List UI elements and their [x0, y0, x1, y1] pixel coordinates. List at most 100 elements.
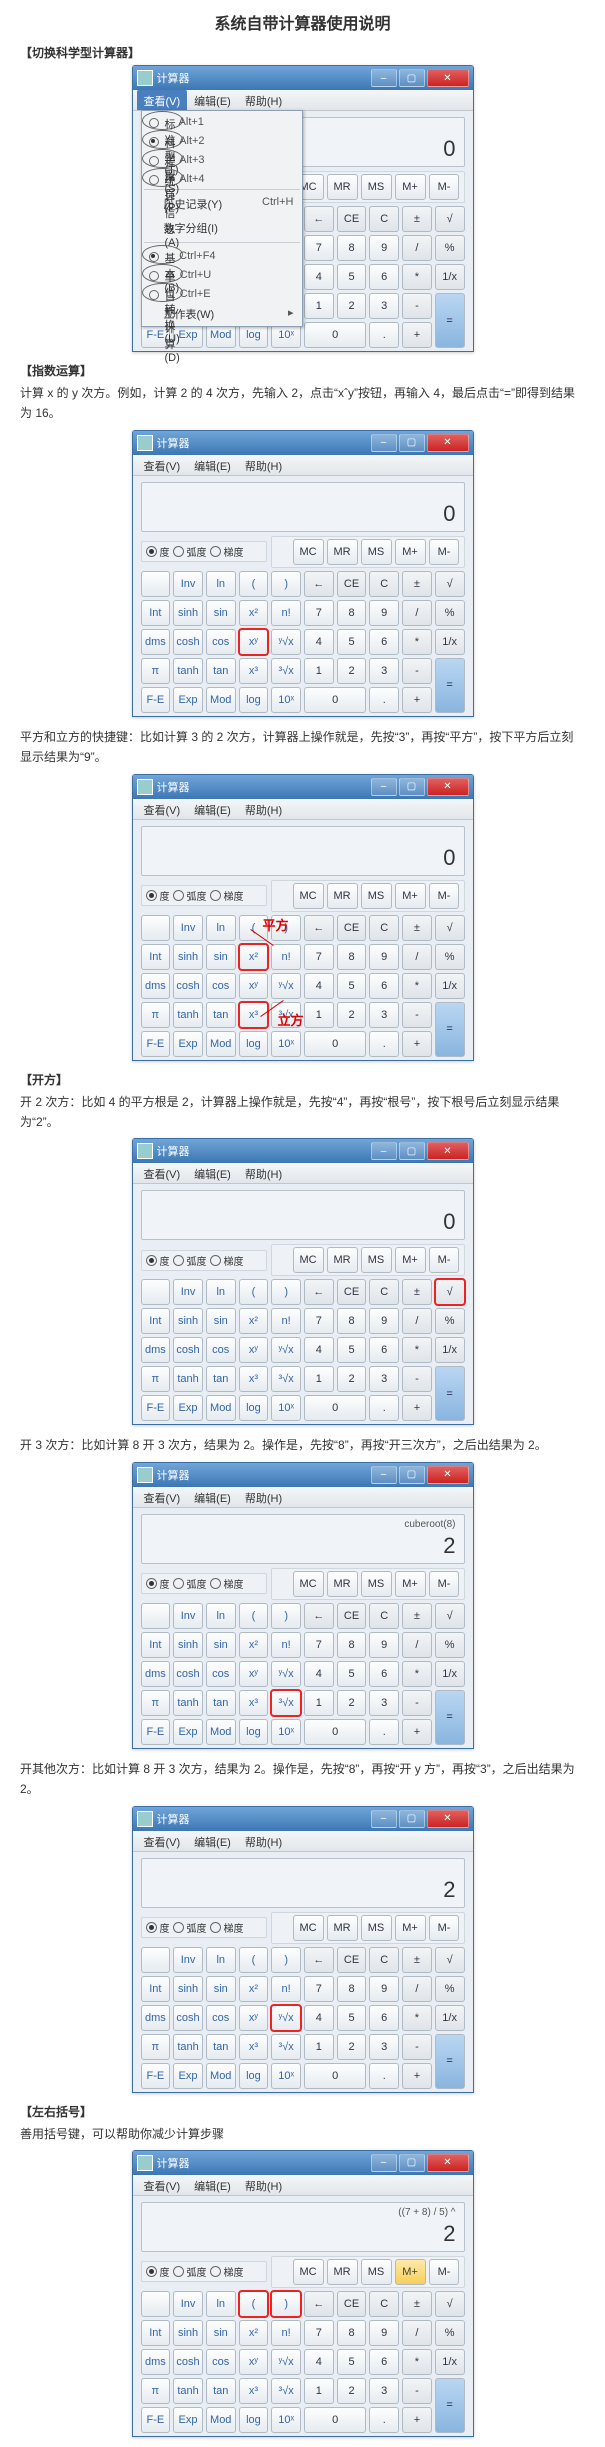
key-tan[interactable]: tan — [206, 1690, 236, 1716]
key-[interactable]: = — [435, 2034, 465, 2089]
key-[interactable]: * — [402, 973, 432, 999]
key-x[interactable]: x² — [239, 944, 269, 970]
key-[interactable]: / — [402, 600, 432, 626]
menu-edit[interactable]: 编辑(E) — [187, 1831, 238, 1851]
mem-ms[interactable]: MS — [361, 174, 392, 200]
key-3[interactable]: 3 — [369, 2034, 399, 2060]
key-Exp[interactable]: Exp — [173, 2407, 203, 2433]
key-9[interactable]: 9 — [369, 2320, 399, 2346]
key-x[interactable]: ³√x — [271, 2034, 301, 2060]
key-Mod[interactable]: Mod — [206, 687, 236, 713]
menu-item[interactable]: 历史记录(Y)Ctrl+H — [142, 192, 302, 216]
key-x[interactable]: x² — [239, 2320, 269, 2346]
key-x[interactable]: x² — [239, 1308, 269, 1334]
key-[interactable]: ( — [239, 1279, 269, 1305]
key-x[interactable]: x³ — [239, 2034, 269, 2060]
key-blank[interactable] — [141, 915, 171, 941]
key-2[interactable]: 2 — [337, 1366, 367, 1392]
key-[interactable]: ( — [239, 1947, 269, 1973]
key-6[interactable]: 6 — [369, 973, 399, 999]
mem-mc[interactable]: MC — [293, 539, 324, 565]
key-dms[interactable]: dms — [141, 2349, 171, 2375]
key-[interactable]: . — [369, 1395, 399, 1421]
mem-mr[interactable]: MR — [327, 174, 358, 200]
key-[interactable]: + — [402, 687, 432, 713]
key-cos[interactable]: cos — [206, 2005, 236, 2031]
key-1[interactable]: 1 — [304, 658, 334, 684]
key-[interactable]: % — [435, 1976, 465, 2002]
key-dms[interactable]: dms — [141, 2005, 171, 2031]
key-[interactable]: * — [402, 629, 432, 655]
key-3[interactable]: 3 — [369, 293, 399, 319]
key-cosh[interactable]: cosh — [173, 1337, 203, 1363]
key-cosh[interactable]: cosh — [173, 973, 203, 999]
mem-mr[interactable]: MR — [327, 1915, 358, 1941]
key-cos[interactable]: cos — [206, 2349, 236, 2375]
minimize-button[interactable]: – — [371, 434, 397, 452]
key-[interactable]: - — [402, 1690, 432, 1716]
key-[interactable]: % — [435, 944, 465, 970]
maximize-button[interactable]: ▢ — [399, 1142, 425, 1160]
key-4[interactable]: 4 — [304, 973, 334, 999]
key-1x[interactable]: 1/x — [435, 1661, 465, 1687]
mem-ms[interactable]: MS — [361, 539, 392, 565]
key-CE[interactable]: CE — [337, 206, 367, 232]
key-sinh[interactable]: sinh — [173, 1308, 203, 1334]
key-2[interactable]: 2 — [337, 2034, 367, 2060]
key-[interactable]: ← — [304, 1279, 334, 1305]
key-blank[interactable] — [141, 2291, 171, 2317]
key-[interactable]: / — [402, 1308, 432, 1334]
key-[interactable]: ( — [239, 915, 269, 941]
key-[interactable]: ) — [271, 571, 301, 597]
key-5[interactable]: 5 — [337, 264, 367, 290]
key-tan[interactable]: tan — [206, 2378, 236, 2404]
menu-view[interactable]: 查看(V) — [137, 1163, 188, 1183]
key-x[interactable]: ʸ√x — [271, 2005, 301, 2031]
key-tanh[interactable]: tanh — [173, 1690, 203, 1716]
key-[interactable]: √ — [435, 915, 465, 941]
key-[interactable]: - — [402, 2378, 432, 2404]
key-10[interactable]: 10ˣ — [271, 2407, 301, 2433]
radio-deg[interactable] — [146, 546, 157, 557]
key-x[interactable]: x³ — [239, 658, 269, 684]
key-n[interactable]: n! — [271, 944, 301, 970]
key-sinh[interactable]: sinh — [173, 1976, 203, 2002]
menu-edit[interactable]: 编辑(E) — [187, 455, 238, 475]
key-tanh[interactable]: tanh — [173, 1366, 203, 1392]
key-Inv[interactable]: Inv — [173, 1603, 203, 1629]
key-tanh[interactable]: tanh — [173, 1002, 203, 1028]
key-[interactable]: = — [435, 1366, 465, 1421]
minimize-button[interactable]: – — [371, 1810, 397, 1828]
key-cosh[interactable]: cosh — [173, 629, 203, 655]
key-5[interactable]: 5 — [337, 2349, 367, 2375]
menu-edit[interactable]: 编辑(E) — [187, 2175, 238, 2195]
key-[interactable]: ← — [304, 915, 334, 941]
key-n[interactable]: n! — [271, 1976, 301, 2002]
key-6[interactable]: 6 — [369, 2005, 399, 2031]
key-2[interactable]: 2 — [337, 1690, 367, 1716]
key-tan[interactable]: tan — [206, 1002, 236, 1028]
radio-rad[interactable] — [173, 1255, 184, 1266]
radio-deg[interactable] — [146, 1922, 157, 1933]
key-[interactable]: + — [402, 2407, 432, 2433]
mem-m+[interactable]: M+ — [395, 1247, 426, 1273]
key-8[interactable]: 8 — [337, 1976, 367, 2002]
key-0[interactable]: 0 — [304, 2063, 366, 2089]
maximize-button[interactable]: ▢ — [399, 69, 425, 87]
menu-edit[interactable]: 编辑(E) — [187, 90, 238, 110]
key-[interactable]: π — [141, 2034, 171, 2060]
close-button[interactable]: ✕ — [427, 1810, 469, 1828]
mem-mr[interactable]: MR — [327, 883, 358, 909]
mem-m-[interactable]: M- — [429, 2259, 460, 2285]
key-8[interactable]: 8 — [337, 1308, 367, 1334]
key-cos[interactable]: cos — [206, 1661, 236, 1687]
key-tanh[interactable]: tanh — [173, 658, 203, 684]
key-1x[interactable]: 1/x — [435, 2349, 465, 2375]
key-Int[interactable]: Int — [141, 1632, 171, 1658]
mem-mc[interactable]: MC — [293, 2259, 324, 2285]
menu-help[interactable]: 帮助(H) — [238, 90, 289, 110]
radio-grad[interactable] — [210, 2266, 221, 2277]
key-[interactable]: / — [402, 944, 432, 970]
minimize-button[interactable]: – — [371, 2154, 397, 2172]
key-[interactable]: / — [402, 2320, 432, 2346]
